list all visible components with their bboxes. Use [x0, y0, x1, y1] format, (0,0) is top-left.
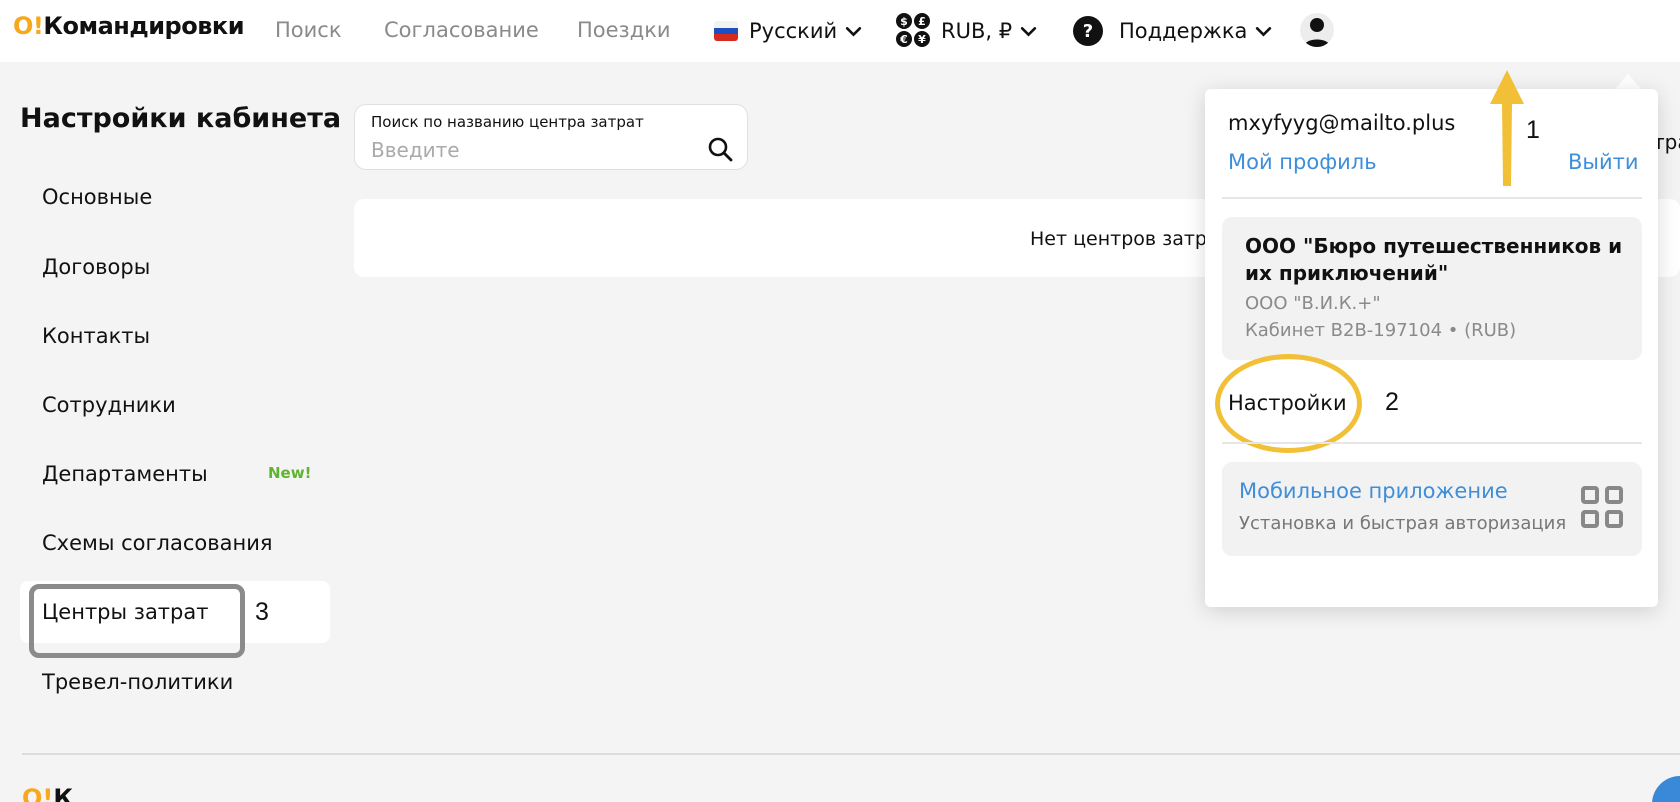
footer-divider — [22, 753, 1680, 755]
search-input[interactable] — [371, 137, 691, 163]
cabinet-id: Кабинет B2B-197104 • (RUB) — [1245, 320, 1517, 341]
search-icon[interactable] — [707, 136, 733, 162]
footer-logo[interactable]: O!К — [22, 784, 73, 802]
pound-coin-icon: £ — [914, 13, 930, 29]
nav-approval[interactable]: Согласование — [384, 18, 539, 42]
page-title: Настройки кабинета — [20, 103, 342, 134]
mobile-app-link[interactable]: Мобильное приложение — [1239, 479, 1508, 503]
annotation-number-1: 1 — [1526, 116, 1540, 144]
sidebar-item-contacts[interactable]: Контакты — [20, 305, 330, 367]
mobile-app-subtitle: Установка и быстрая авторизация — [1239, 513, 1567, 534]
support-label: Поддержка — [1119, 19, 1248, 43]
mobile-app-card[interactable] — [1222, 462, 1642, 556]
chevron-down-icon — [1256, 26, 1272, 36]
cost-center-search: Поиск по названию центра затрат — [354, 104, 748, 170]
my-profile-link[interactable]: Мой профиль — [1228, 150, 1377, 174]
currency-selector[interactable]: $ £ € ¥ RUB, ₽ — [896, 13, 1037, 49]
currency-coins-icon: $ £ € ¥ — [896, 13, 932, 49]
user-email: mxyfyyg@mailto.plus — [1228, 111, 1456, 135]
user-icon — [1304, 18, 1330, 47]
chevron-down-icon — [846, 26, 862, 36]
footer-logo-mark: O! — [22, 784, 54, 802]
chat-widget-button[interactable] — [1652, 776, 1680, 802]
annotation-box-3 — [29, 584, 245, 658]
logout-link[interactable]: Выйти — [1568, 150, 1639, 174]
annotation-circle-2 — [1215, 354, 1362, 453]
new-badge: New! — [268, 464, 312, 482]
chevron-down-icon — [1020, 26, 1037, 36]
footer-logo-text: К — [53, 784, 73, 802]
logo-text: Командировки — [43, 12, 245, 40]
currency-label: RUB, ₽ — [941, 19, 1013, 43]
legal-entity: ООО "В.И.К.+" — [1245, 293, 1381, 314]
support-menu[interactable]: ? Поддержка — [1073, 14, 1272, 48]
language-selector[interactable]: Русский — [714, 14, 862, 48]
russian-flag-icon — [714, 21, 738, 41]
annotation-arrow-up-icon — [1490, 70, 1524, 186]
top-header: O!Командировки Поиск Согласование Поездк… — [0, 0, 1680, 62]
nav-trips[interactable]: Поездки — [577, 18, 671, 42]
yen-coin-icon: ¥ — [914, 31, 930, 47]
sidebar-item-contracts[interactable]: Договоры — [20, 236, 330, 298]
annotation-number-2: 2 — [1385, 388, 1399, 416]
help-icon: ? — [1073, 16, 1103, 46]
logo-mark: O! — [13, 12, 44, 40]
euro-coin-icon: € — [896, 31, 912, 47]
user-avatar-button[interactable] — [1300, 13, 1334, 47]
sidebar-item-general[interactable]: Основные — [20, 166, 330, 228]
sidebar-item-travel-policies[interactable]: Тревел-политики — [20, 651, 330, 713]
nav-search[interactable]: Поиск — [275, 18, 342, 42]
search-label: Поиск по названию центра затрат — [371, 113, 644, 131]
dropdown-caret — [1614, 74, 1642, 90]
sidebar-item-employees[interactable]: Сотрудники — [20, 374, 330, 436]
dropdown-divider — [1222, 442, 1642, 444]
empty-state-text: Нет центров затрат — [1030, 228, 1230, 250]
language-label: Русский — [749, 19, 838, 43]
sidebar-item-approval-schemes[interactable]: Схемы согласования — [20, 512, 330, 574]
company-name: ООО "Бюро путешественников и их приключе… — [1245, 234, 1623, 285]
qr-code-icon — [1581, 486, 1623, 528]
dropdown-divider — [1222, 197, 1642, 199]
annotation-number-3: 3 — [255, 598, 269, 626]
dollar-coin-icon: $ — [896, 13, 912, 29]
logo[interactable]: O!Командировки — [13, 12, 245, 40]
